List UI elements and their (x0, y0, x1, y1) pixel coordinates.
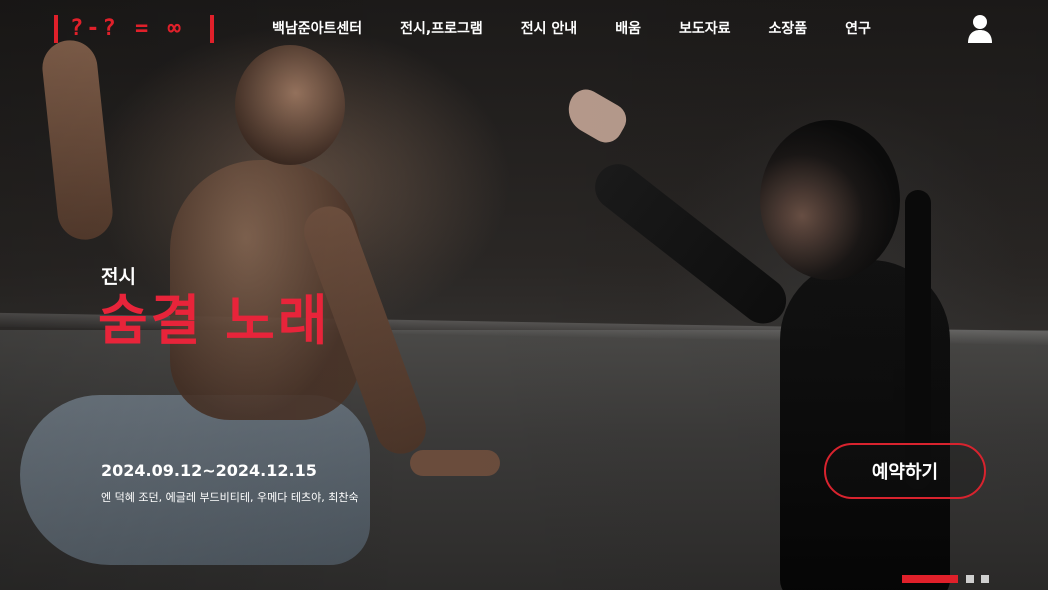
reserve-button[interactable]: 예약하기 (824, 443, 986, 499)
logo-bar-right (209, 15, 214, 43)
exhibition-kicker: 전시 (101, 266, 136, 288)
nav-item-art-center[interactable]: 백남준아트센터 (272, 19, 362, 39)
user-icon[interactable] (966, 14, 994, 44)
exhibition-dates: 2024.09.12~2024.12.15 (101, 461, 317, 480)
hero-banner: ?-? = ∞ 백남준아트센터 전시,프로그램 전시 안내 배움 보도자료 소장… (0, 0, 1048, 590)
slide-indicator-1[interactable] (902, 575, 958, 583)
slider-pagination (902, 575, 996, 583)
logo-text: ?-? = ∞ (70, 16, 184, 41)
nav-item-exhibition-info[interactable]: 전시 안내 (521, 19, 577, 39)
nav-item-exhibitions-programs[interactable]: 전시,프로그램 (400, 19, 483, 39)
slide-indicator-3[interactable] (981, 575, 989, 583)
main-nav: 백남준아트센터 전시,프로그램 전시 안내 배움 보도자료 소장품 연구 (272, 19, 909, 39)
nav-item-learning[interactable]: 배움 (615, 19, 641, 39)
slide-indicator-2[interactable] (966, 575, 974, 583)
exhibition-title: 숨결 노래 (98, 289, 331, 352)
site-logo[interactable]: ?-? = ∞ (54, 14, 214, 44)
exhibition-artists: 엔 덕혜 조던, 에글레 부드비티테, 우메다 테츠야, 최찬숙 (101, 491, 359, 504)
nav-item-collection[interactable]: 소장품 (768, 19, 807, 39)
site-header: ?-? = ∞ 백남준아트센터 전시,프로그램 전시 안내 배움 보도자료 소장… (0, 0, 1048, 60)
nav-item-press[interactable]: 보도자료 (679, 19, 731, 39)
nav-item-research[interactable]: 연구 (845, 19, 871, 39)
